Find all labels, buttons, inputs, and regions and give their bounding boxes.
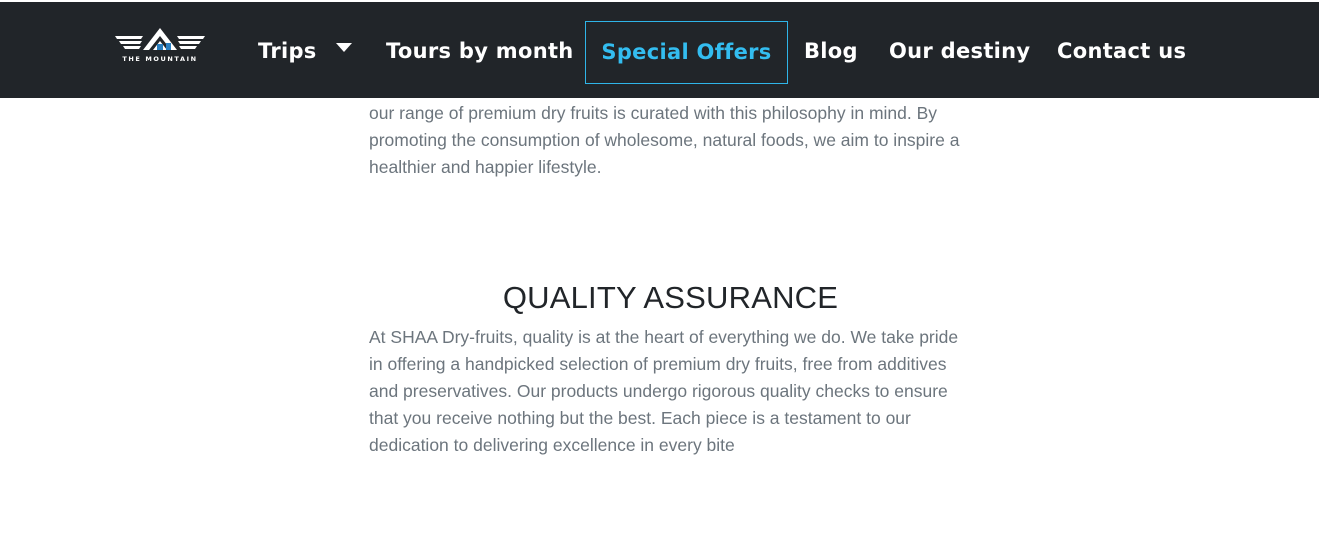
nav-our-destiny[interactable]: Our destiny: [889, 19, 1030, 83]
logo-text: THE MOUNTAIN: [122, 55, 198, 63]
quality-assurance-heading: QUALITY ASSURANCE: [502, 280, 839, 315]
nav-contact-us[interactable]: Contact us: [1057, 19, 1186, 83]
site-logo[interactable]: THE MOUNTAIN: [113, 24, 207, 66]
nav-tours-by-month[interactable]: Tours by month: [386, 19, 574, 83]
nav-trips[interactable]: Trips: [258, 19, 317, 83]
chevron-down-icon[interactable]: [336, 43, 352, 52]
mountain-logo-icon: [115, 28, 205, 50]
intro-paragraph: our range of premium dry fruits is curat…: [369, 103, 960, 177]
nav-blog[interactable]: Blog: [804, 19, 858, 83]
quality-assurance-paragraph: At SHAA Dry-fruits, quality is at the he…: [369, 327, 959, 455]
page: THE MOUNTAIN Trips Tours by month Specia…: [0, 0, 1319, 538]
top-navbar: THE MOUNTAIN Trips Tours by month Specia…: [0, 2, 1319, 98]
nav-special-offers[interactable]: Special Offers: [585, 21, 788, 84]
